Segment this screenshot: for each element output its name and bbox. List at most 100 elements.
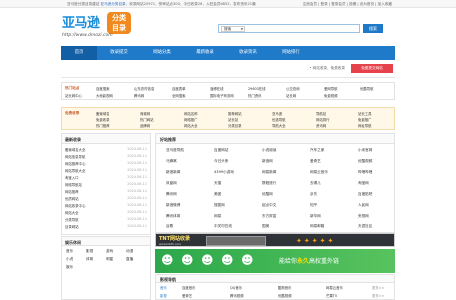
hot-site-link[interactable]: 公交查询	[286, 86, 300, 91]
hot-site-link[interactable]: 优酷导航	[360, 86, 374, 91]
free-link[interactable]: 资讯网	[316, 123, 326, 128]
site-link[interactable]: 谷歌	[166, 224, 173, 229]
site-link[interactable]: 腾讯体育	[166, 214, 180, 219]
famous-link[interactable]: 腾讯视频	[230, 293, 244, 298]
free-link[interactable]: 网站排行	[316, 117, 330, 122]
free-link[interactable]: 分类目录	[228, 123, 242, 128]
free-link[interactable]: 亚马逊	[272, 111, 282, 116]
site-link[interactable]: 优酷网	[262, 192, 273, 197]
free-link[interactable]: 免费推广	[358, 117, 372, 122]
site-link[interactable]: 知乎	[310, 203, 317, 208]
site-link[interactable]: 凤凰网	[166, 181, 177, 186]
stats-highlight[interactable]: 亚马逊分类目录	[101, 2, 126, 6]
hot-site-link[interactable]: 百度搜索	[96, 86, 110, 91]
free-link[interactable]: 导航站	[316, 111, 326, 116]
site-link[interactable]: 淘宝网	[358, 181, 369, 186]
nav-item-latest[interactable]: 最新收录	[184, 46, 226, 60]
free-link[interactable]: 备案域名	[96, 111, 110, 116]
site-link[interactable]: 起点中文	[262, 203, 276, 208]
site-link[interactable]: 4399小游戏	[214, 170, 234, 175]
site-link[interactable]: 网易	[214, 214, 221, 219]
free-link[interactable]: 网络推广	[184, 117, 198, 122]
famous-category[interactable]: 音乐	[160, 285, 167, 290]
site-link[interactable]: 美团	[214, 192, 221, 197]
site-link[interactable]: 国美	[262, 224, 269, 229]
site-link[interactable]: 哔哩哔哩	[358, 170, 372, 175]
site-link[interactable]: 小说阅读	[262, 148, 276, 153]
free-link[interactable]: 站长工具	[358, 111, 372, 116]
hot-site-link[interactable]: 国际电子商务网	[210, 93, 234, 98]
site-link[interactable]: 爱奇艺	[310, 159, 321, 164]
top-links[interactable]: 注册会员 | 登录 | 登录会员 | 投稿 | 设为首页 | 加入收藏	[303, 2, 392, 7]
hot-site-link[interactable]: 大地影视网	[96, 93, 113, 98]
famous-link[interactable]: QQ音乐	[230, 285, 242, 290]
hot-site-link[interactable]: 山东农村信息	[134, 86, 154, 91]
hot-site-link[interactable]: 热门资讯	[248, 93, 262, 98]
category-link[interactable]: 体育	[86, 257, 93, 262]
famous-link[interactable]: 优酷视频	[278, 293, 292, 298]
site-link[interactable]: 小米官网	[358, 148, 372, 153]
site-link[interactable]: 百度网站	[214, 148, 228, 153]
site-link[interactable]: 汽车之家	[310, 148, 324, 153]
category-link[interactable]: 音乐	[66, 249, 73, 254]
site-link[interactable]: 天猫	[214, 181, 221, 186]
free-link[interactable]: 站长站	[228, 117, 238, 122]
famous-link[interactable]: 芒果TV	[326, 293, 337, 298]
famous-link[interactable]: 酷狗音乐	[278, 285, 292, 290]
site-link[interactable]: 天涯社区	[358, 224, 372, 229]
site-link[interactable]: 新浪网	[262, 159, 273, 164]
site-link[interactable]: 今日头条	[214, 159, 228, 164]
free-link[interactable]: 免费收录	[96, 117, 110, 122]
free-link[interactable]: 优选导航	[272, 117, 286, 122]
free-link[interactable]: 推荐网站	[228, 111, 242, 116]
category-link[interactable]: 直播	[126, 257, 133, 262]
category-link[interactable]: 小说	[66, 257, 73, 262]
site-link[interactable]: 新浪微博	[166, 203, 180, 208]
search-type-select[interactable]: 搜索 ▼	[221, 26, 245, 32]
site-link[interactable]: 新华网	[310, 214, 321, 219]
famous-category[interactable]: 影视	[160, 293, 167, 298]
hot-site-link[interactable]: 爱网导航	[324, 86, 338, 91]
site-link[interactable]: 优酷视频	[358, 159, 372, 164]
hot-site-link[interactable]: 29603在线	[248, 86, 266, 91]
site-link[interactable]: 网易云音乐	[310, 170, 328, 175]
site-link[interactable]: 人民网	[358, 203, 369, 208]
hot-site-link[interactable]: 免费视频	[324, 93, 338, 98]
hot-site-link[interactable]: 站长网	[286, 93, 296, 98]
site-link[interactable]: 东方财富	[262, 214, 276, 219]
submit-site-button[interactable]: 免费提交网站	[351, 64, 393, 73]
nav-item-news[interactable]: 收录资讯	[227, 46, 269, 60]
category-link[interactable]: 影视	[86, 249, 93, 254]
hot-site-link[interactable]: 腾讯网	[134, 93, 144, 98]
site-link[interactable]: 新浪新闻	[166, 170, 180, 175]
free-link[interactable]: 网站名称	[184, 111, 198, 116]
backlink-banner[interactable]: ☻ ☻ ☻ ☻ ☻ 能给你永久高权重外链	[155, 249, 395, 273]
site-link[interactable]: 央视网	[358, 214, 369, 219]
hot-site-link[interactable]: 百度表单	[172, 86, 186, 91]
free-link[interactable]: 热门网站	[140, 117, 154, 122]
free-link[interactable]: 品牌网	[140, 123, 150, 128]
category-link[interactable]: 游戏	[106, 249, 113, 254]
famous-link[interactable]: 爱奇艺	[182, 293, 192, 298]
search-button[interactable]: 搜索	[363, 24, 383, 33]
site-link[interactable]: 网易邮箱	[310, 224, 324, 229]
free-link[interactable]: 导航大全	[272, 123, 286, 128]
site-link[interactable]: 携程旅行	[262, 181, 276, 186]
site-link[interactable]: 去哪儿	[310, 181, 321, 186]
site-link[interactable]: 百度贴吧	[358, 192, 372, 197]
site-link[interactable]: 搜狐网	[214, 203, 225, 208]
site-link[interactable]: 马蜂窝	[166, 159, 177, 164]
more-link[interactable]: 更多>>	[372, 285, 384, 290]
hot-site-link[interactable]: 全网搜索	[172, 93, 186, 98]
free-link[interactable]: 热门推荐	[96, 123, 110, 128]
site-link[interactable]: 网易新闻	[262, 170, 276, 175]
category-link[interactable]: 明星	[106, 257, 113, 262]
nav-item-ranking[interactable]: 网站排行	[270, 46, 312, 60]
site-link[interactable]: 亚马逊导航	[166, 148, 184, 153]
famous-link[interactable]: 百度音乐	[182, 285, 196, 290]
site-logo[interactable]: 亚马逊 分类 目录 http://www.dmozi.com	[62, 12, 142, 42]
more-link[interactable]: 更多>>	[372, 293, 384, 298]
site-link[interactable]: 腾讯网	[166, 192, 177, 197]
nav-item-home[interactable]: 首页	[61, 46, 97, 60]
category-link[interactable]: 动漫	[126, 249, 133, 254]
